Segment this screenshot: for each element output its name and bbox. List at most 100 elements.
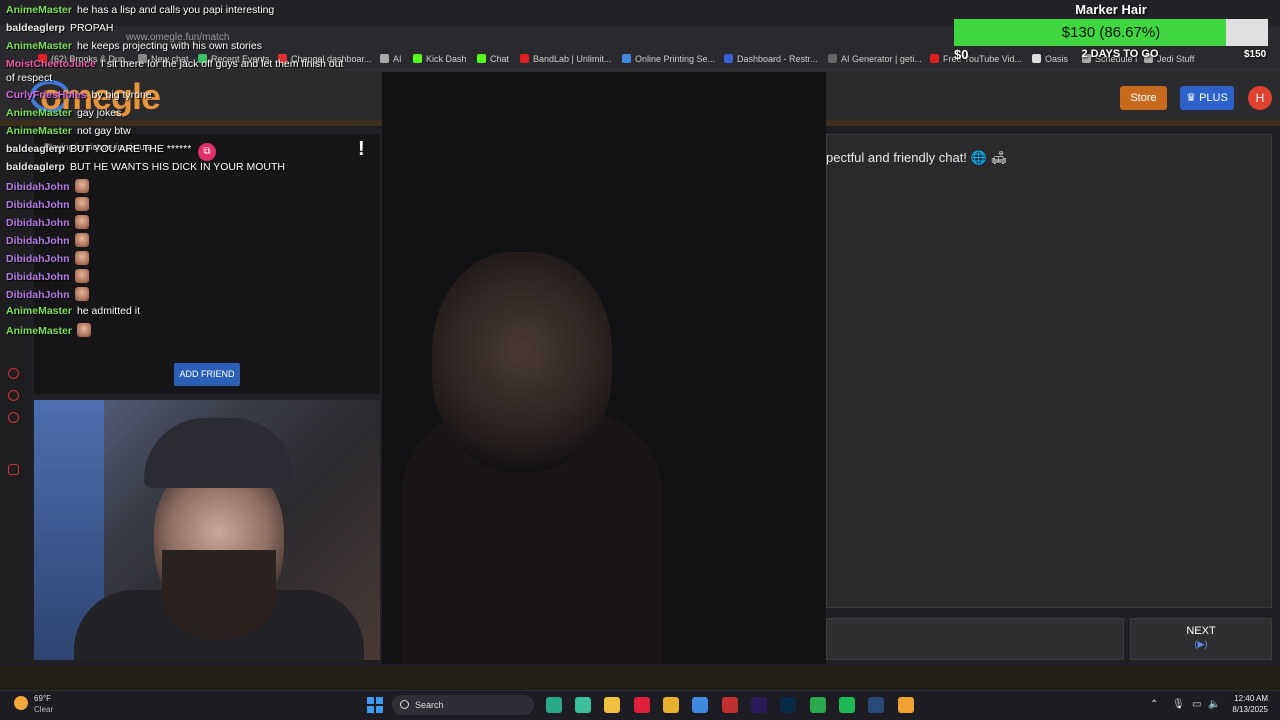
next-shortcut: (▶) — [1194, 639, 1208, 649]
chat-message: DibidahJohn — [6, 215, 89, 229]
chat-text: BUT HE WANTS HIS DICK IN YOUR MOUTH — [69, 161, 286, 173]
clock-icon[interactable] — [8, 368, 19, 379]
app-icon[interactable] — [575, 697, 591, 713]
chat-username[interactable]: DibidahJohn — [6, 235, 70, 247]
news-icon[interactable] — [722, 697, 738, 713]
microphone-icon[interactable]: 🎙 — [1172, 699, 1185, 710]
xbox-icon[interactable] — [810, 697, 826, 713]
goal-title: Marker Hair — [1075, 2, 1147, 17]
chat-username[interactable]: baldeaglerp — [6, 143, 65, 155]
record-icon[interactable] — [8, 464, 19, 475]
chat-message: baldeaglerp PROPAH — [6, 22, 114, 34]
emote-icon — [74, 197, 89, 211]
audition-icon[interactable] — [546, 697, 562, 713]
start-icon[interactable] — [367, 697, 383, 713]
chat-username[interactable]: DibidahJohn — [6, 271, 70, 283]
chat-message: baldeaglerp BUT YOU ARE THE ****** — [6, 143, 191, 155]
chat-username[interactable]: DibidahJohn — [6, 289, 70, 301]
chat-username[interactable]: DibidahJohn — [6, 199, 70, 211]
chat-text: PROPAH — [69, 22, 114, 34]
chat-message: AnimeMaster gay jokes — [6, 107, 121, 119]
emote-icon — [74, 251, 89, 265]
add-friend-button[interactable]: ADD FRIEND — [174, 363, 240, 386]
weather-condition[interactable]: Clear — [34, 705, 53, 714]
stranger-video — [382, 72, 826, 664]
search-icon — [400, 700, 409, 709]
chat-message: AnimeMaster he has a lisp and calls you p… — [6, 4, 274, 16]
weather-temp[interactable]: 69°F — [34, 694, 51, 703]
chat-username[interactable]: AnimeMaster — [6, 4, 72, 16]
chat-text: not gay btw — [76, 125, 131, 137]
chat-username[interactable]: AnimeMaster — [6, 40, 72, 52]
emote-icon — [74, 287, 89, 301]
chrome-icon[interactable] — [663, 697, 679, 713]
premiere-icon[interactable] — [751, 697, 767, 713]
chat-message: AnimeMaster he keeps projecting with his … — [6, 40, 262, 52]
chat-text: he admitted it — [76, 305, 140, 317]
chat-message: AnimeMaster — [6, 323, 91, 337]
chat-message: baldeaglerp BUT HE WANTS HIS DICK IN YOUR… — [6, 161, 285, 173]
photoshop-icon[interactable] — [780, 697, 796, 713]
chat-message: DibidahJohn — [6, 269, 89, 283]
steam-icon[interactable] — [868, 697, 884, 713]
goal-amount: $130 (86.67%) — [1061, 24, 1161, 41]
settings-icon[interactable] — [8, 412, 19, 423]
chat-username[interactable]: AnimeMaster — [6, 305, 72, 317]
opera-icon[interactable] — [634, 697, 650, 713]
plus-label: PLUS — [1199, 92, 1228, 104]
bookmark-item[interactable]: AI Generator | geti... — [828, 54, 922, 64]
home-icon[interactable] — [8, 390, 19, 401]
chat-username[interactable]: CurlyFriesHoles — [6, 89, 87, 101]
chat-username[interactable]: DibidahJohn — [6, 181, 70, 193]
chat-message: AnimeMaster he admitted it — [6, 305, 140, 317]
chat-text: of respect — [6, 72, 53, 84]
photos-icon[interactable] — [692, 697, 708, 713]
bookmark-item[interactable]: Kick Dash — [413, 54, 467, 64]
clock-time[interactable]: 12:40 AM — [1228, 694, 1268, 703]
pip-icon[interactable]: ⧉ — [198, 143, 216, 161]
self-webcam — [34, 400, 380, 660]
bandlab-icon — [520, 54, 529, 63]
bookmark-item[interactable]: Dashboard - Restr... — [724, 54, 818, 64]
restream-icon — [724, 54, 733, 63]
goal-min: $0 — [954, 47, 969, 62]
chevron-up-icon[interactable]: ⌃ — [1150, 699, 1158, 710]
report-icon[interactable]: ! — [358, 138, 365, 161]
next-label: NEXT — [1186, 625, 1216, 637]
bookmark-item[interactable]: Online Printing Se... — [622, 54, 715, 64]
message-input[interactable] — [826, 618, 1124, 660]
spotify-icon[interactable] — [839, 697, 855, 713]
file-explorer-icon[interactable] — [604, 697, 620, 713]
clock-date[interactable]: 8/13/2025 — [1220, 705, 1268, 714]
chat-text: he keeps projecting with his own stories — [76, 40, 262, 52]
volume-icon[interactable]: 🔈 — [1208, 699, 1220, 710]
chat-username[interactable]: AnimeMaster — [6, 125, 72, 137]
chat-username[interactable]: MoistCheetoJuice — [6, 58, 96, 70]
goal-max: $150 — [1244, 49, 1267, 60]
chat-username[interactable]: baldeaglerp — [6, 161, 65, 173]
plus-button[interactable]: ♛ PLUS — [1180, 86, 1234, 110]
bookmark-label: Dashboard - Restr... — [737, 54, 818, 64]
bookmark-item[interactable]: Chat — [477, 54, 509, 64]
chat-message: DibidahJohn — [6, 233, 89, 247]
bookmark-item[interactable]: Free YouTube Vid... — [930, 54, 1022, 64]
download-icon — [930, 54, 939, 63]
network-icon[interactable]: ▭ — [1192, 699, 1201, 710]
bookmark-item[interactable]: AI — [380, 54, 402, 64]
chat-username[interactable]: baldeaglerp — [6, 22, 65, 34]
chat-username[interactable]: AnimeMaster — [6, 107, 72, 119]
store-button[interactable]: Store — [1120, 86, 1167, 110]
bookmark-label: BandLab | Unlimit... — [533, 54, 612, 64]
chat-username[interactable]: DibidahJohn — [6, 253, 70, 265]
text-chat-area — [826, 134, 1272, 608]
emote-icon — [74, 215, 89, 229]
next-button[interactable]: NEXT (▶) — [1130, 618, 1272, 660]
weather-icon[interactable] — [14, 696, 28, 710]
user-avatar[interactable]: H — [1248, 86, 1272, 110]
chat-username[interactable]: AnimeMaster — [6, 325, 72, 337]
bookmark-item[interactable]: BandLab | Unlimit... — [520, 54, 611, 64]
taskbar-search[interactable]: Search — [392, 695, 534, 715]
chat-username[interactable]: DibidahJohn — [6, 217, 70, 229]
bookmark-label: Online Printing Se... — [635, 54, 716, 64]
discord-icon[interactable] — [898, 697, 914, 713]
